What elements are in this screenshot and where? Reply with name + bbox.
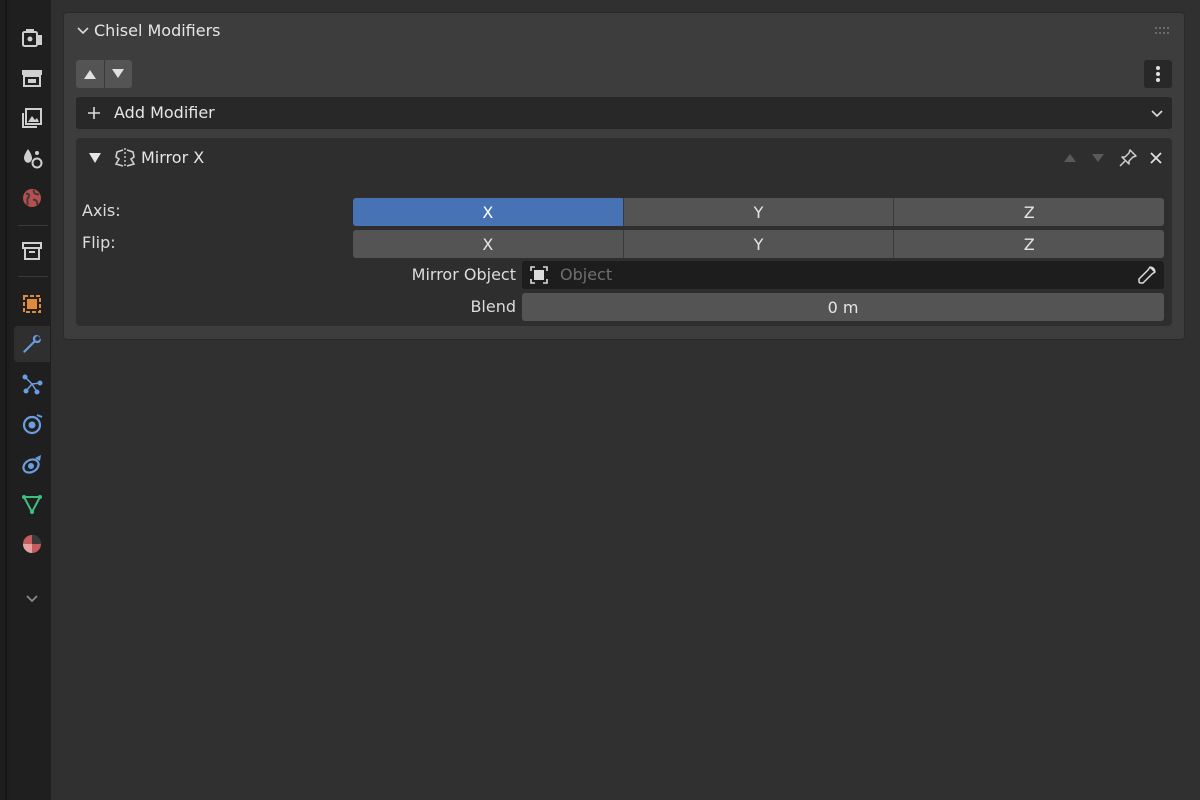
- tab-render[interactable]: [14, 60, 50, 96]
- modifier-header: Mirror X: [76, 138, 1172, 178]
- axis-z-option[interactable]: Z: [893, 198, 1164, 226]
- move-down-button[interactable]: [103, 60, 132, 88]
- tab-separator: [18, 276, 48, 277]
- tab-object[interactable]: [14, 286, 50, 322]
- modifier-move-down-button[interactable]: [1088, 148, 1108, 168]
- render-icon: [22, 70, 42, 87]
- collapse-triangle-icon[interactable]: [88, 152, 102, 164]
- properties-tab-bar: [10, 0, 51, 800]
- pin-button[interactable]: [1118, 148, 1138, 168]
- tab-tool[interactable]: [14, 20, 50, 56]
- modifier-move-up-button[interactable]: [1060, 148, 1080, 168]
- output-icon: [22, 108, 42, 128]
- editor-edge: [0, 0, 10, 800]
- chisel-modifiers-panel: Chisel Modifiers Add Modifier Mirror X A…: [63, 12, 1185, 340]
- tool-icon: [22, 29, 42, 47]
- tab-modifiers[interactable]: [14, 326, 50, 362]
- mirror-object-field[interactable]: Object: [522, 261, 1164, 289]
- axis-x-option[interactable]: X: [353, 198, 623, 226]
- view-layer-icon: [24, 149, 43, 169]
- modifier-name[interactable]: Mirror X: [141, 148, 204, 167]
- tab-data[interactable]: [14, 486, 50, 522]
- constraints-icon: [22, 455, 41, 474]
- panel-menu-button[interactable]: [1144, 60, 1172, 88]
- tab-separator: [18, 225, 48, 226]
- particles-icon: [22, 374, 43, 395]
- chevron-down-icon: [26, 595, 38, 603]
- tab-material[interactable]: [14, 526, 50, 562]
- flip-label: Flip:: [82, 233, 116, 252]
- add-modifier-button[interactable]: Add Modifier: [76, 97, 1172, 129]
- tab-collection[interactable]: [14, 233, 50, 269]
- panel-header[interactable]: Chisel Modifiers: [64, 13, 1184, 49]
- move-buttons: [76, 60, 132, 88]
- physics-icon: [22, 414, 43, 435]
- tab-view-layer[interactable]: [14, 140, 50, 176]
- panel-title: Chisel Modifiers: [94, 21, 221, 40]
- properties-content: Chisel Modifiers Add Modifier Mirror X A…: [51, 0, 1200, 800]
- triangle-up-icon: [83, 70, 96, 79]
- mirror-modifier-icon: [114, 148, 136, 168]
- world-icon: [23, 189, 41, 207]
- tab-more[interactable]: [14, 580, 50, 616]
- tab-constraints[interactable]: [14, 446, 50, 482]
- kebab-menu-icon: [1156, 66, 1160, 82]
- triangle-down-icon: [112, 69, 125, 78]
- move-up-button[interactable]: [76, 60, 104, 88]
- modifier-wrench-icon: [23, 334, 41, 353]
- tab-particles[interactable]: [14, 366, 50, 402]
- tab-physics[interactable]: [14, 406, 50, 442]
- chevron-down-icon: [1151, 110, 1163, 118]
- tab-output[interactable]: [14, 100, 50, 136]
- axis-y-option[interactable]: Y: [622, 198, 894, 226]
- properties-editor: Chisel Modifiers Add Modifier Mirror X A…: [0, 0, 1200, 800]
- pin-icon: [1119, 149, 1137, 167]
- drag-handle-icon[interactable]: [1154, 26, 1170, 36]
- object-icon: [530, 266, 548, 284]
- triangle-down-icon: [1092, 154, 1104, 162]
- triangle-up-icon: [1064, 154, 1076, 162]
- close-icon: [1150, 152, 1162, 164]
- object-icon: [23, 295, 41, 313]
- mirror-object-label: Mirror Object: [411, 265, 516, 284]
- chevron-down-icon[interactable]: [76, 24, 90, 38]
- axis-selector: X Y Z: [353, 198, 1164, 226]
- mirror-modifier: Mirror X Axis: X Y Z Flip: X Y Z Mirror …: [76, 138, 1172, 326]
- plus-icon: [88, 107, 100, 119]
- tab-world[interactable]: [14, 180, 50, 216]
- data-icon: [22, 495, 42, 515]
- blend-value-field[interactable]: 0 m: [522, 293, 1164, 321]
- remove-modifier-button[interactable]: [1146, 148, 1166, 168]
- flip-y-option[interactable]: Y: [622, 230, 894, 258]
- axis-label: Axis:: [82, 201, 121, 220]
- material-icon: [23, 535, 41, 553]
- flip-selector: X Y Z: [353, 230, 1164, 258]
- eyedropper-icon[interactable]: [1136, 264, 1158, 286]
- flip-z-option[interactable]: Z: [893, 230, 1164, 258]
- mirror-object-placeholder: Object: [560, 265, 613, 284]
- add-modifier-label: Add Modifier: [114, 103, 215, 122]
- blend-label: Blend: [470, 297, 516, 316]
- flip-x-option[interactable]: X: [353, 230, 623, 258]
- collection-icon: [22, 242, 42, 260]
